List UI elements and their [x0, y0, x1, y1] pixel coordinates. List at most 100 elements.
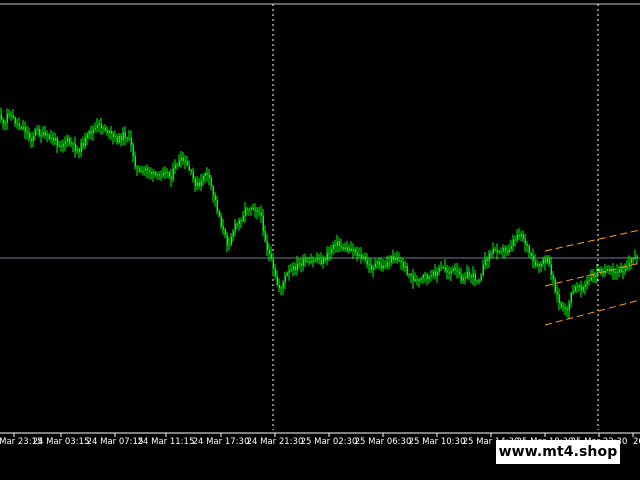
candle-body: [630, 259, 632, 263]
candle-body: [50, 137, 52, 139]
candle-body: [130, 137, 132, 146]
candle-body: [420, 278, 422, 280]
candle-body: [588, 280, 590, 282]
candle-body: [282, 282, 284, 288]
candle-body: [636, 256, 638, 258]
candle-body: [520, 234, 522, 237]
candle-body: [446, 270, 448, 273]
candle-body: [226, 234, 228, 246]
candle-body: [314, 259, 316, 261]
candle-body: [182, 157, 184, 162]
candle-body: [146, 168, 148, 171]
candle-body: [156, 174, 158, 176]
candle-body: [364, 256, 366, 261]
candle-body: [410, 274, 412, 276]
candle-body: [240, 220, 242, 222]
candle-body: [546, 258, 548, 263]
candle-body: [472, 273, 474, 278]
candle-body: [590, 277, 592, 281]
candle-body: [430, 275, 432, 277]
candle-body: [268, 249, 270, 254]
candle-body: [372, 267, 374, 270]
candle-body: [250, 207, 252, 210]
candle-body: [538, 264, 540, 267]
candle-body: [582, 286, 584, 291]
candle-body: [484, 259, 486, 266]
candle-body: [30, 138, 32, 141]
candle-body: [368, 264, 370, 266]
candle-body: [98, 123, 100, 125]
candle-body: [284, 275, 286, 283]
candle-body: [554, 279, 556, 292]
candle-body: [260, 212, 262, 216]
candle-body: [596, 271, 598, 278]
candle-body: [396, 258, 398, 261]
candle-body: [114, 136, 116, 138]
candle-body: [534, 261, 536, 266]
candle-body: [340, 245, 342, 248]
candle-body: [382, 265, 384, 269]
candle-body: [120, 135, 122, 141]
candle-body: [440, 267, 442, 269]
chart-background: [0, 0, 640, 480]
candle-body: [258, 211, 260, 213]
candle-body: [324, 258, 326, 261]
candle-body: [486, 259, 488, 261]
candle-body: [88, 131, 90, 135]
candle-body: [308, 261, 310, 263]
candle-body: [328, 253, 330, 255]
candle-body: [294, 266, 296, 271]
candle-body: [380, 265, 382, 269]
candle-body: [6, 113, 8, 123]
candle-body: [236, 223, 238, 225]
candle-body: [366, 260, 368, 265]
candle-body: [494, 248, 496, 250]
candle-body: [12, 115, 14, 118]
candle-body: [134, 156, 136, 167]
price-chart: 24 Mar 23:1524 Mar 03:1524 Mar 07:1524 M…: [0, 0, 640, 480]
candle-body: [402, 262, 404, 268]
candle-body: [94, 127, 96, 130]
candle-body: [388, 262, 390, 264]
candle-body: [358, 254, 360, 256]
candle-body: [278, 284, 280, 288]
candle-body: [64, 141, 66, 144]
candle-body: [574, 286, 576, 292]
candle-body: [46, 134, 48, 136]
candle-body: [42, 132, 44, 136]
candle-body: [14, 117, 16, 124]
candle-body: [532, 255, 534, 262]
candle-body: [524, 239, 526, 245]
candle-body: [492, 248, 494, 254]
candle-body: [526, 244, 528, 246]
candle-body: [108, 130, 110, 133]
candle-body: [204, 173, 206, 177]
candle-body: [264, 231, 266, 241]
candle-body: [570, 293, 572, 303]
candle-body: [470, 275, 472, 278]
candle-body: [288, 270, 290, 273]
candle-body: [210, 177, 212, 187]
candle-body: [186, 161, 188, 166]
candle-body: [8, 113, 10, 116]
x-axis-label: 24 Mar 17:30: [193, 437, 250, 447]
candle-body: [606, 269, 608, 271]
candle-body: [138, 168, 140, 172]
candle-body: [100, 123, 102, 129]
candle-body: [506, 250, 508, 253]
candle-body: [356, 252, 358, 256]
candle-body: [126, 137, 128, 139]
candle-body: [550, 264, 552, 275]
candle-body: [344, 247, 346, 250]
candle-body: [286, 272, 288, 276]
candle-body: [212, 186, 214, 195]
candle-body: [504, 248, 506, 251]
candle-body: [246, 208, 248, 210]
candle-body: [228, 244, 230, 246]
candle-body: [66, 138, 68, 142]
candle-body: [390, 256, 392, 263]
candle-body: [540, 263, 542, 267]
candle-body: [266, 241, 268, 250]
candle-body: [394, 258, 396, 260]
candle-body: [214, 194, 216, 201]
